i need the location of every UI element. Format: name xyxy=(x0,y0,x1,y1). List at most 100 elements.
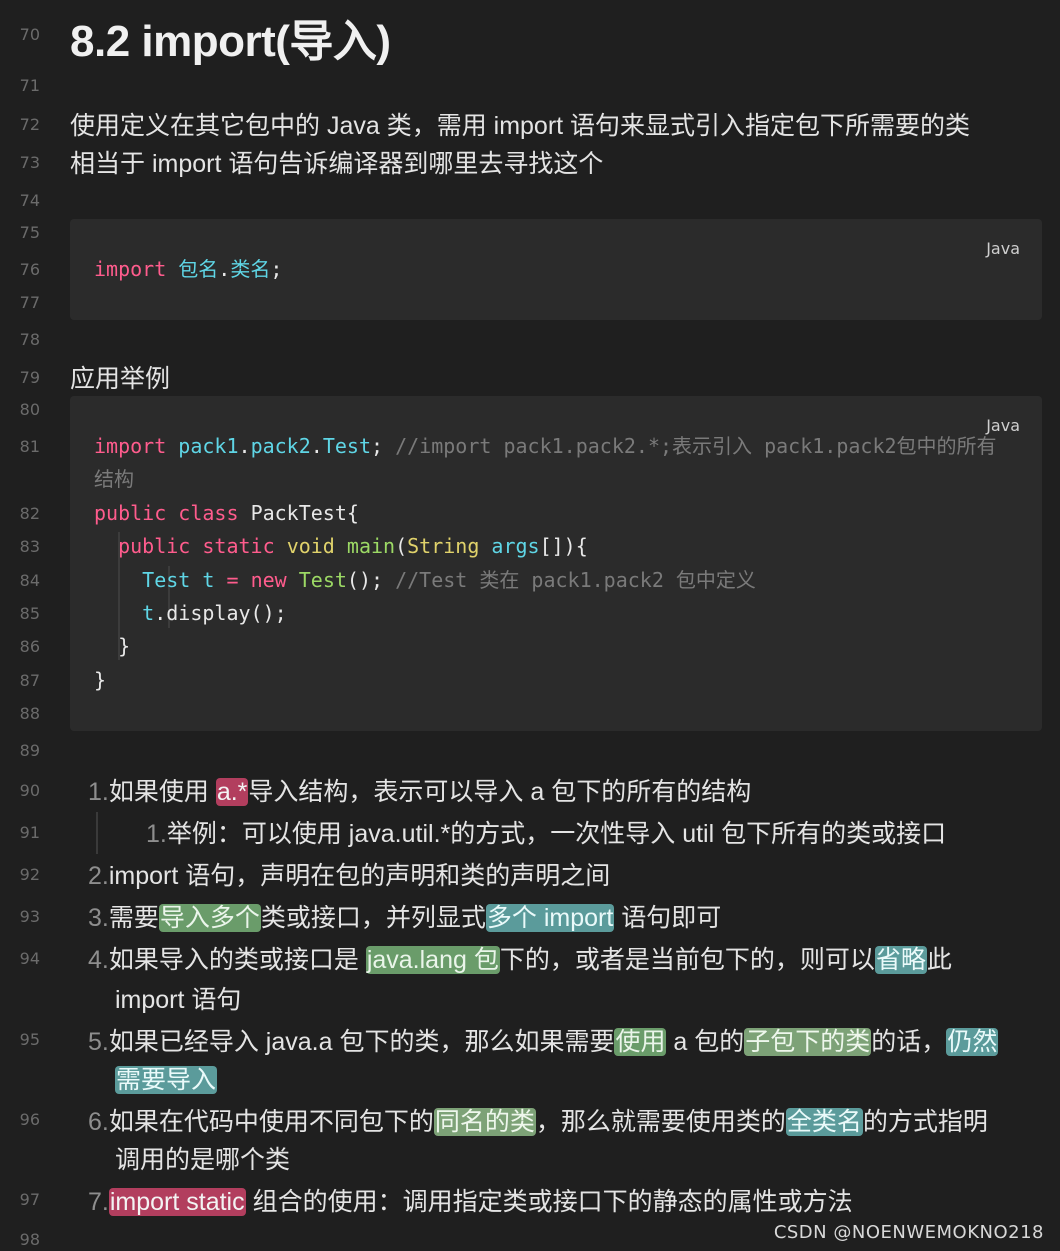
list-number: 6. xyxy=(88,1108,109,1136)
code-token: String xyxy=(407,534,480,558)
list-text: 组合的使用：调用指定类或接口下的静态的属性或方法 xyxy=(245,1188,853,1216)
line-number: 93 xyxy=(19,907,40,926)
code-comment-wrap: 结构 xyxy=(94,467,134,491)
intro-line-2: 相当于 import 语句告诉编译器到哪里去寻找这个 xyxy=(70,150,604,178)
code-token: []){ xyxy=(539,534,588,558)
list-text: a 包的 xyxy=(666,1028,745,1056)
highlight: 省略 xyxy=(874,946,927,974)
sublist-guide xyxy=(96,812,98,854)
list-item-continuation: 需要导入 xyxy=(115,1062,218,1098)
line-number: 78 xyxy=(19,330,40,349)
intro-line-1: 使用定义在其它包中的 Java 类，需用 import 语句来显式引入指定包下所… xyxy=(70,112,971,140)
list-item: 5.如果已经导入 java.a 包下的类，那么如果需要使用 a 包的子包下的类的… xyxy=(88,1024,999,1060)
line-number: 84 xyxy=(19,571,40,590)
list-text: 导入结构，表示可以导入 a 包下的所有的结构 xyxy=(248,778,752,806)
line-number: 82 xyxy=(19,504,40,523)
list-item: 1.如果使用 a.*导入结构，表示可以导入 a 包下的所有的结构 xyxy=(88,774,751,810)
line-number: 79 xyxy=(19,368,40,387)
code-token: = xyxy=(226,568,239,592)
list-text: 语句即可 xyxy=(614,904,722,932)
line-number: 94 xyxy=(19,949,40,968)
line-number: 71 xyxy=(19,76,40,95)
code-token: 包名 xyxy=(178,257,219,281)
line-number: 83 xyxy=(19,537,40,556)
page-title: 8.2 import(导入) xyxy=(70,17,391,66)
list-number: 5. xyxy=(88,1028,109,1056)
code-token: 类名 xyxy=(230,257,271,281)
highlight: 导入多个 xyxy=(158,904,261,932)
line-number: 77 xyxy=(19,293,40,312)
highlight: 需要导入 xyxy=(115,1066,218,1094)
code-line: public class PackTest{ xyxy=(94,497,359,530)
line-number: 80 xyxy=(19,400,40,419)
code-token: . xyxy=(238,434,251,458)
list-number: 7. xyxy=(88,1188,109,1216)
line-number: 91 xyxy=(19,823,40,842)
code-token: . xyxy=(310,434,323,458)
line-number: 75 xyxy=(19,223,40,242)
highlight: 子包下的类 xyxy=(744,1028,872,1056)
code-language-label: Java xyxy=(986,239,1020,258)
code-comment: //Test 类在 pack1.pack2 包中定义 xyxy=(395,568,756,592)
code-line: import 包名.类名; xyxy=(94,253,282,286)
code-token: import xyxy=(94,257,167,281)
code-token: new xyxy=(250,568,287,592)
watermark: CSDN @NOENWEMOKNO218 xyxy=(773,1222,1044,1243)
line-number: 72 xyxy=(19,115,40,134)
code-token: main xyxy=(346,534,396,558)
code-token: } xyxy=(94,668,107,692)
line-number: 95 xyxy=(19,1030,40,1049)
line-number: 92 xyxy=(19,865,40,884)
highlight: 使用 xyxy=(614,1028,667,1056)
line-number: 76 xyxy=(19,260,40,279)
line-number: 96 xyxy=(19,1110,40,1129)
code-line: Test t = new Test(); //Test 类在 pack1.pac… xyxy=(94,564,756,597)
code-token: t xyxy=(202,568,215,592)
highlight: 仍然 xyxy=(946,1028,999,1056)
code-token: public xyxy=(94,501,167,525)
highlight: import static xyxy=(108,1188,246,1216)
code-token: } xyxy=(118,634,131,658)
code-token: pack2 xyxy=(250,434,311,458)
list-number: 1. xyxy=(146,820,167,848)
highlight: 同名的类 xyxy=(433,1108,536,1136)
code-token: ; xyxy=(371,434,384,458)
list-item: 7.import static 组合的使用：调用指定类或接口下的静态的属性或方法 xyxy=(88,1184,853,1220)
line-number: 98 xyxy=(19,1230,40,1249)
list-number: 4. xyxy=(88,946,109,974)
list-text: import 语句，声明在包的声明和类的声明之间 xyxy=(108,862,611,890)
code-token: Test xyxy=(322,434,371,458)
list-number: 3. xyxy=(88,904,109,932)
list-number: 1. xyxy=(88,778,109,806)
list-text: 如果使用 xyxy=(108,778,216,806)
list-text: 如果导入的类或接口是 xyxy=(108,946,366,974)
line-number: 73 xyxy=(19,153,40,172)
line-number: 85 xyxy=(19,604,40,623)
list-item: 2.import 语句，声明在包的声明和类的声明之间 xyxy=(88,858,610,894)
line-number: 87 xyxy=(19,671,40,690)
code-token: static xyxy=(202,534,275,558)
list-text: ，那么就需要使用类的 xyxy=(535,1108,786,1136)
line-number: 70 xyxy=(19,25,40,44)
code-comment: //import pack1.pack2.*;表示引入 pack1.pack2包… xyxy=(395,434,997,458)
code-token: import xyxy=(94,434,167,458)
highlight: a.* xyxy=(215,778,249,806)
highlight: 多个 import xyxy=(485,904,615,932)
code-token: ; xyxy=(270,257,283,281)
code-line: } xyxy=(94,630,130,663)
code-token: public xyxy=(118,534,191,558)
list-item-continuation: 调用的是哪个类 xyxy=(115,1146,291,1174)
code-line: public static void main(String args[]){ xyxy=(94,530,588,563)
list-text: 如果已经导入 java.a 包下的类，那么如果需要 xyxy=(108,1028,615,1056)
line-number: 90 xyxy=(19,781,40,800)
line-number: 89 xyxy=(19,741,40,760)
code-token: args xyxy=(491,534,540,558)
code-token: PackTest{ xyxy=(250,501,359,525)
code-token: ( xyxy=(395,534,408,558)
line-number: 81 xyxy=(19,437,40,456)
line-number: 97 xyxy=(19,1190,40,1209)
list-text: 举例：可以使用 java.util.*的方式，一次性导入 util 包下所有的类… xyxy=(166,820,947,848)
line-number: 88 xyxy=(19,704,40,723)
list-number: 2. xyxy=(88,862,109,890)
code-token: Test xyxy=(142,568,191,592)
